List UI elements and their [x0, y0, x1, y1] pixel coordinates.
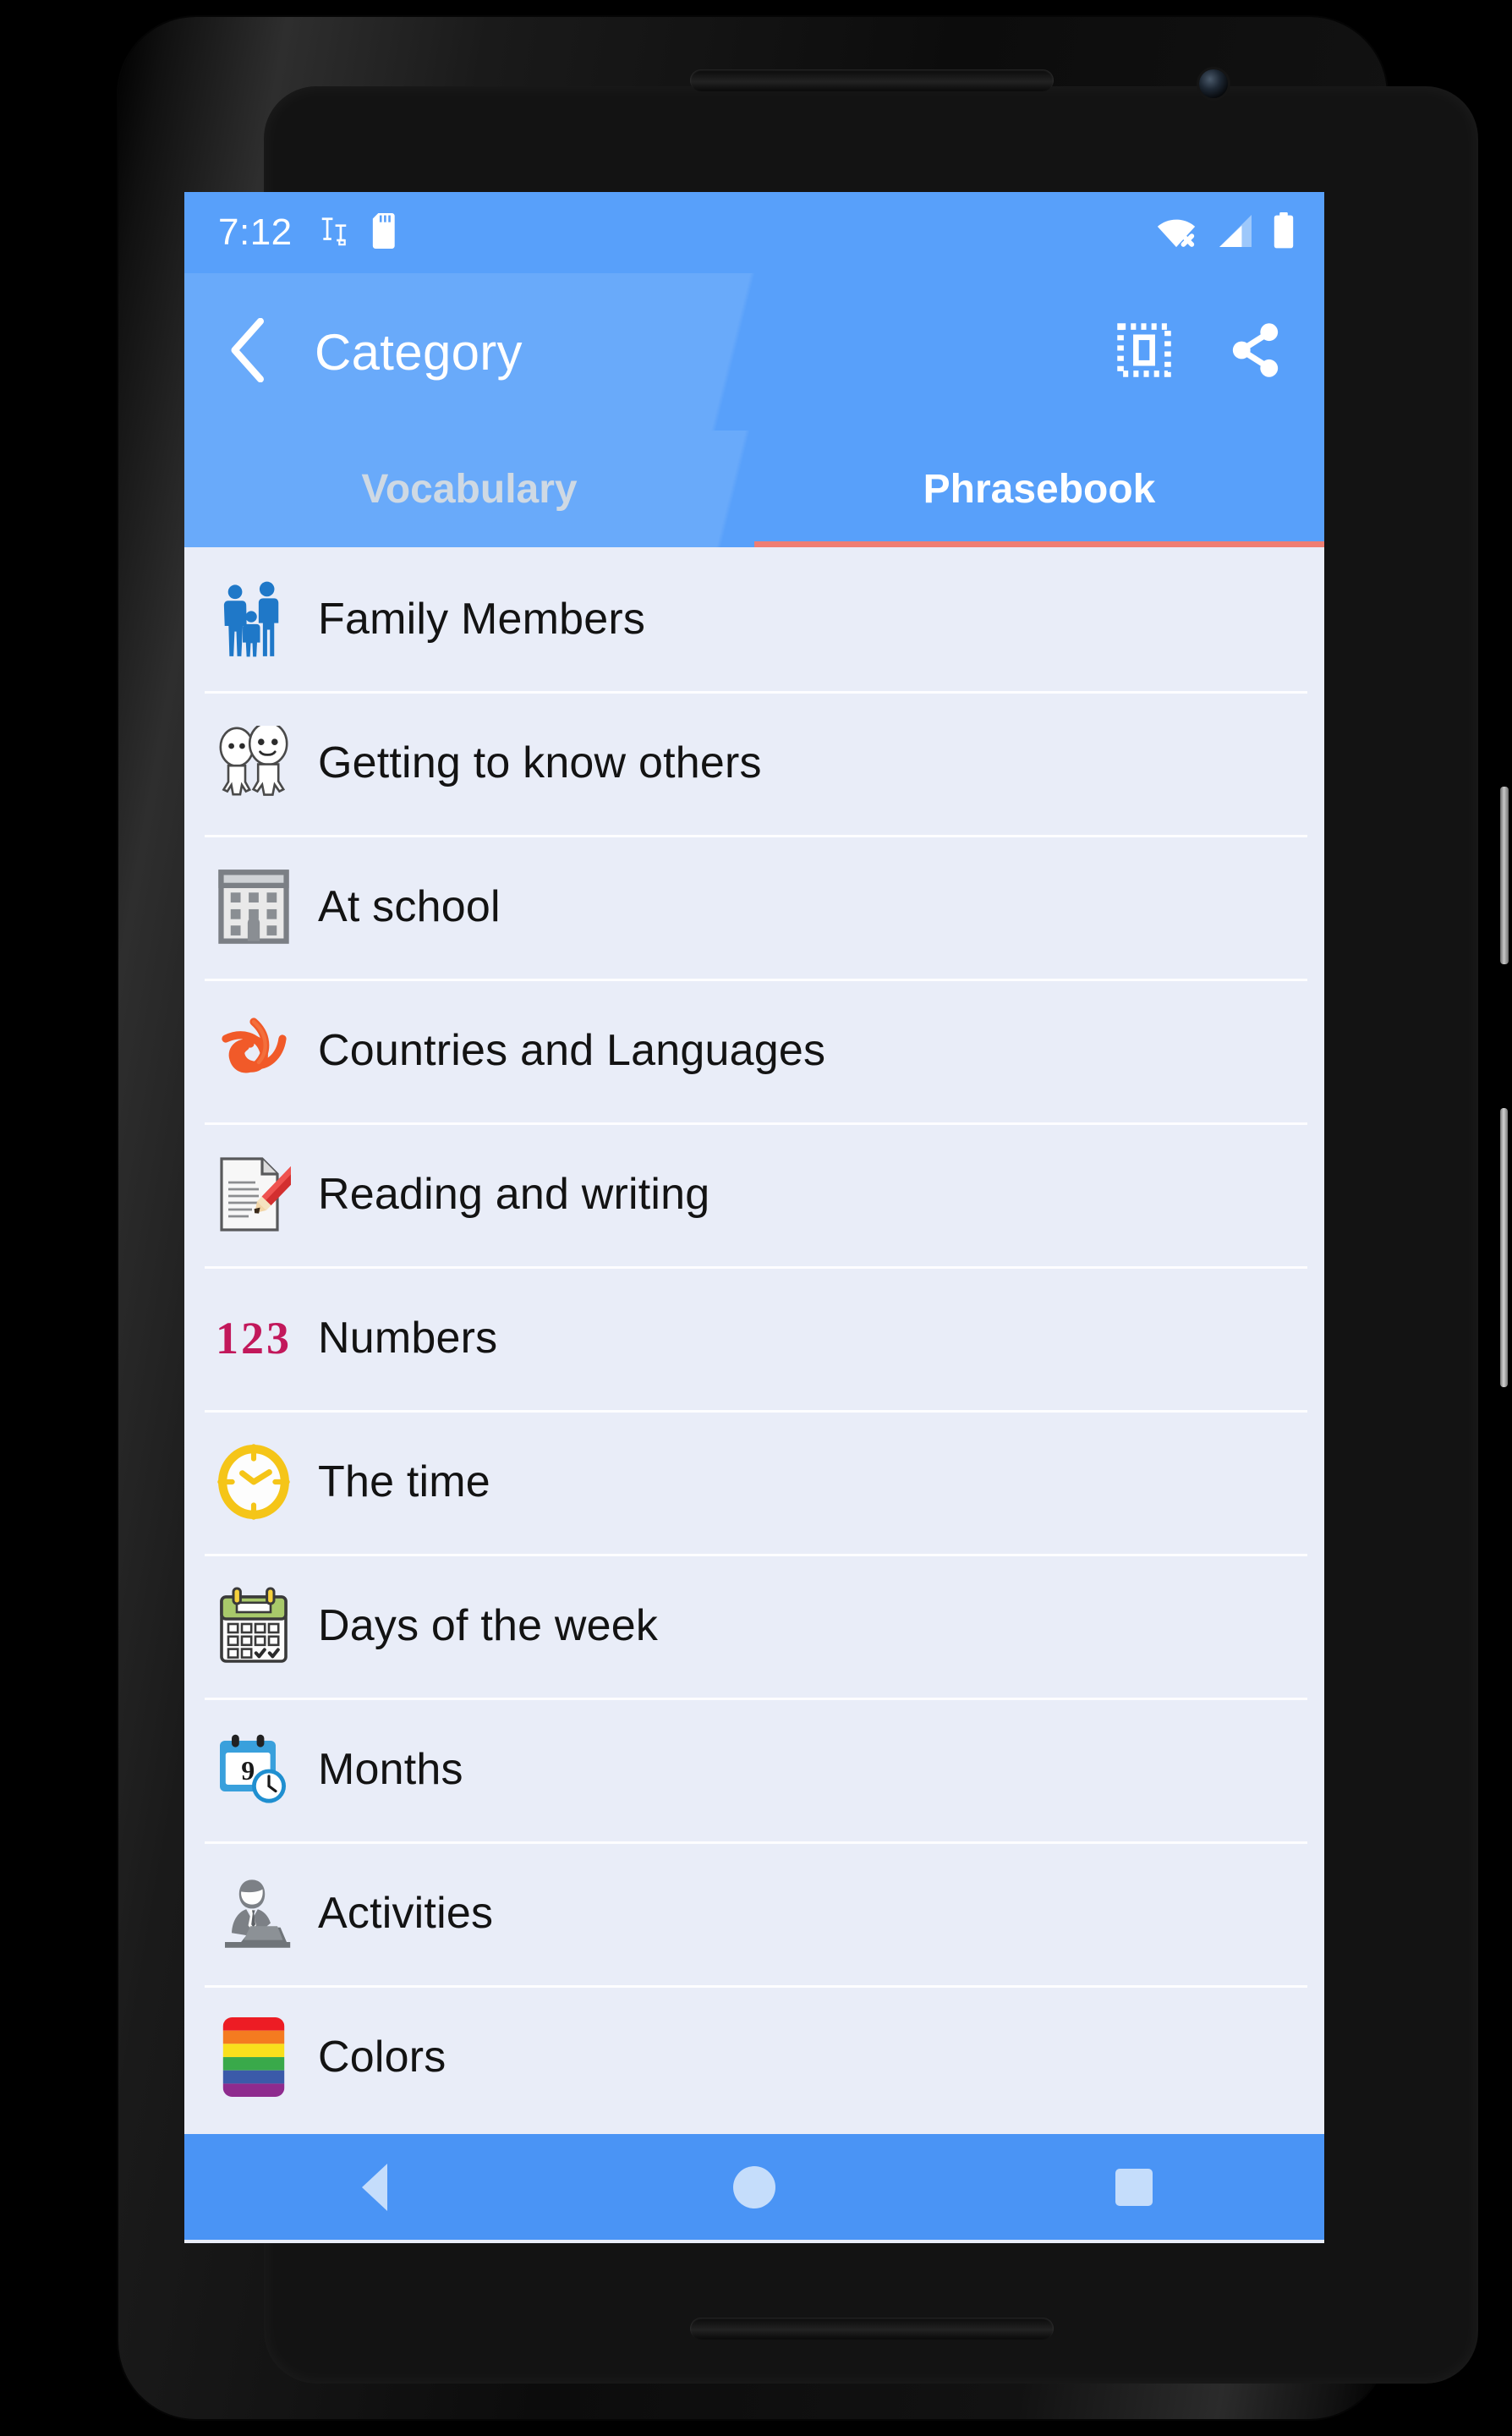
share-icon	[1229, 322, 1283, 382]
calendar-day-number: 9	[241, 1755, 255, 1786]
app-toolbar: Category	[184, 273, 1324, 431]
select-all-icon	[1116, 322, 1172, 382]
tab-bar: Vocabulary Phrasebook	[184, 431, 1324, 547]
list-item-label: Months	[318, 1745, 463, 1794]
nav-back-button[interactable]	[184, 2163, 564, 2211]
list-item-label: Getting to know others	[318, 738, 762, 787]
family-icon	[210, 575, 298, 663]
numbers-123-icon: 123	[210, 1294, 298, 1382]
two-people-talking-icon	[210, 719, 298, 807]
tab-vocabulary-label: Vocabulary	[361, 466, 578, 512]
list-item[interactable]: Getting to know others	[184, 691, 1324, 835]
list-item-label: Reading and writing	[318, 1170, 710, 1219]
list-item[interactable]: 123 Numbers	[184, 1266, 1324, 1410]
nav-recents-button[interactable]	[945, 2168, 1324, 2206]
list-item-label: Countries and Languages	[318, 1026, 826, 1075]
back-navigation-button[interactable]	[213, 316, 284, 387]
screenshot-icon	[318, 214, 350, 252]
list-item[interactable]: Colors	[184, 1985, 1324, 2129]
bottom-speaker-grille	[690, 2318, 1054, 2340]
status-bar: 7:12	[184, 192, 1324, 273]
list-item[interactable]: Countries and Languages	[184, 979, 1324, 1122]
numbers-123-glyph: 123	[216, 1313, 292, 1363]
nav-home-circle-icon	[732, 2165, 775, 2208]
nav-recents-square-icon	[1115, 2168, 1153, 2206]
list-item-label: Colors	[318, 2033, 446, 2082]
list-item-label: Activities	[318, 1889, 494, 1938]
list-item-label: At school	[318, 882, 501, 931]
volume-rocker-button[interactable]	[1500, 787, 1509, 964]
status-bar-clock: 7:12	[218, 211, 293, 253]
tab-phrasebook[interactable]: Phrasebook	[754, 431, 1324, 547]
calendar-check-icon	[210, 1582, 298, 1670]
list-item[interactable]: The time	[184, 1410, 1324, 1554]
phone-screen: 7:12 Category Vocabulary Phrasebook Fami…	[184, 192, 1324, 2243]
cellular-signal-icon	[1216, 213, 1253, 253]
battery-full-icon	[1272, 211, 1296, 254]
list-item-label: Days of the week	[318, 1601, 659, 1650]
nav-back-triangle-icon	[361, 2163, 387, 2211]
toolbar-actions	[1111, 319, 1289, 385]
chevron-left-icon	[227, 317, 271, 387]
rainbow-swatch-icon	[210, 2013, 298, 2101]
list-item[interactable]: Family Members	[184, 547, 1324, 691]
system-navigation-bar	[184, 2134, 1324, 2240]
nav-home-button[interactable]	[564, 2165, 944, 2208]
list-item-label: Family Members	[318, 595, 646, 644]
tab-selection-indicator	[754, 541, 1324, 547]
list-item-label: Numbers	[318, 1314, 498, 1363]
select-all-button[interactable]	[1111, 319, 1177, 385]
person-at-laptop-icon	[210, 1869, 298, 1957]
list-item[interactable]: Reading and writing	[184, 1122, 1324, 1266]
category-list[interactable]: Family Members Getting to know others At…	[184, 547, 1324, 2134]
school-building-icon	[210, 863, 298, 951]
power-button[interactable]	[1500, 1108, 1508, 1387]
sd-card-icon	[372, 212, 401, 253]
calendar-clock-icon: 9	[210, 1726, 298, 1813]
triskelion-knot-icon	[210, 1007, 298, 1095]
list-item[interactable]: At school	[184, 835, 1324, 979]
list-item[interactable]: 9 Months	[184, 1698, 1324, 1841]
document-pencil-icon	[210, 1150, 298, 1238]
earpiece-speaker	[690, 69, 1054, 91]
status-bar-left-icons	[318, 212, 401, 253]
clock-icon	[210, 1438, 298, 1526]
status-bar-right-icons	[1155, 211, 1296, 254]
share-button[interactable]	[1223, 319, 1289, 385]
tab-phrasebook-label: Phrasebook	[923, 466, 1156, 512]
wifi-off-icon	[1155, 213, 1197, 253]
front-camera	[1199, 69, 1228, 98]
page-title: Category	[315, 323, 523, 381]
list-item-label: The time	[318, 1457, 490, 1506]
list-item[interactable]: Activities	[184, 1841, 1324, 1985]
list-item[interactable]: Days of the week	[184, 1554, 1324, 1698]
tab-vocabulary[interactable]: Vocabulary	[184, 431, 754, 547]
